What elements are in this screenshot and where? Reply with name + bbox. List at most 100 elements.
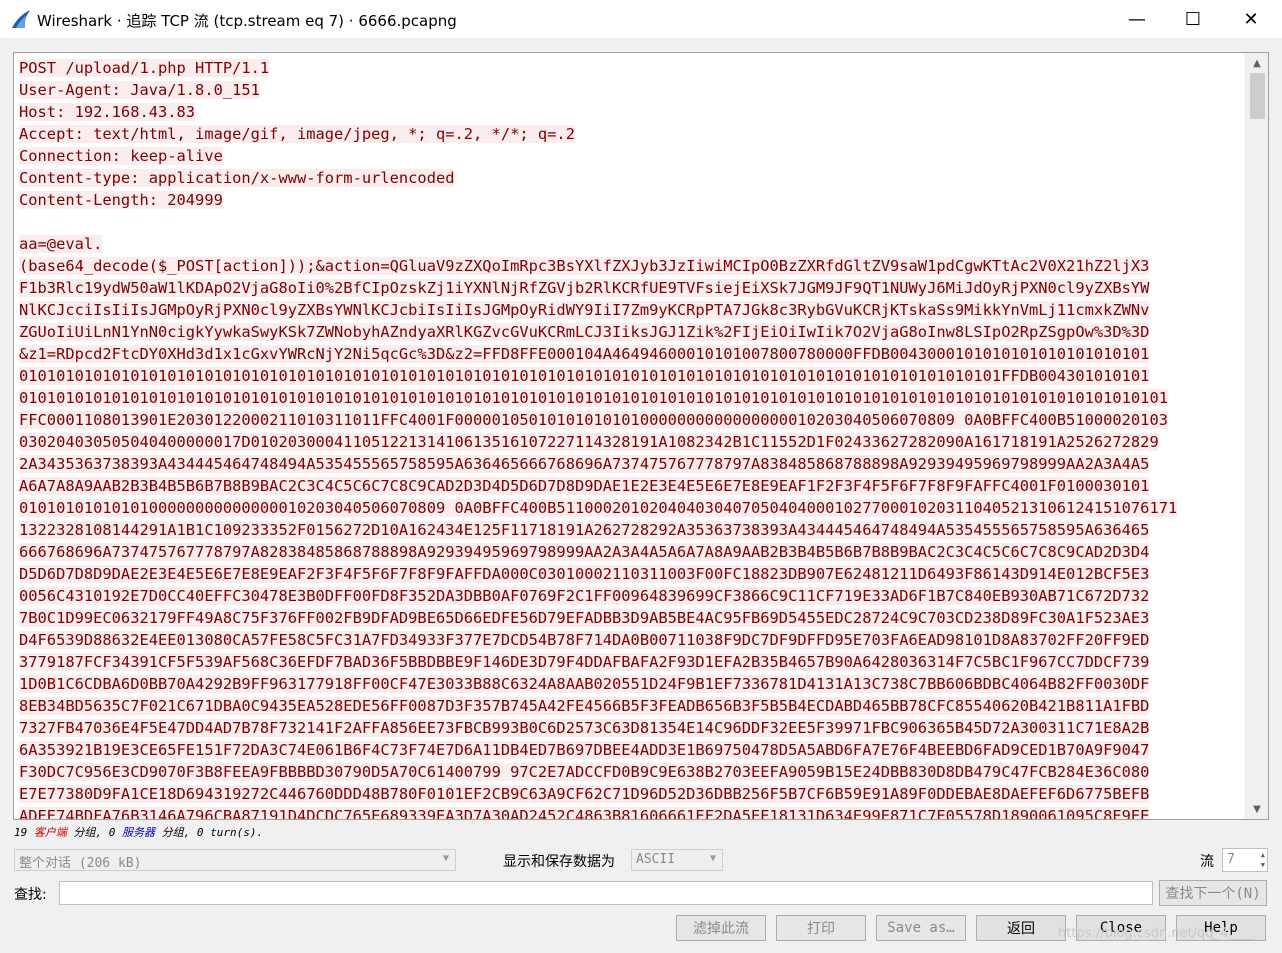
wireshark-fin-icon: [12, 10, 30, 28]
stream-line-text: F30DC7C956E3CD9070F3B8FEEA9FBBBBD30790D5…: [19, 763, 1150, 781]
stream-line: A6A7A8A9AAB2B3B4B5B6B7B8B9BAC2C3C4C5C6C7…: [19, 475, 1241, 497]
find-next-button[interactable]: 查找下一个(N): [1159, 880, 1267, 906]
stream-line: 0056C4310192E7D0CC40EFFC30478E3B0DFF00FD…: [19, 585, 1241, 607]
back-button[interactable]: 返回: [976, 915, 1066, 941]
close-window-button[interactable]: ✕: [1222, 0, 1280, 38]
show-save-label: 显示和保存数据为: [503, 854, 615, 870]
stream-line-text: Content-type: application/x-www-form-url…: [19, 169, 455, 187]
stream-line-text: F1b3Rlc19ydW50aW1lKDApO2VjaG8oIi0%2BfCIp…: [19, 279, 1150, 297]
stream-line: D4F6539D88632E4EE013080CA57FE58C5FC31A7F…: [19, 629, 1241, 651]
print-button[interactable]: 打印: [776, 915, 866, 941]
stream-line-text: 0056C4310192E7D0CC40EFFC30478E3B0DFF00FD…: [19, 587, 1150, 605]
stream-line-text: 0101010101010101010101010101010101010101…: [19, 367, 1150, 385]
stream-line-text: 030204030505040400000017D010203000411051…: [19, 433, 1159, 451]
stream-line: Content-Length: 204999: [19, 189, 1241, 211]
status-server-label: 服务器: [122, 826, 155, 839]
stream-line: 030204030505040400000017D010203000411051…: [19, 431, 1241, 453]
maximize-button[interactable]: ☐: [1164, 0, 1222, 38]
stream-line-text: ZGUoIiUiLnN1YnN0cigkYywkaSwyKSk7ZWNobyhA…: [19, 323, 1150, 341]
stream-line-text: 6A353921B19E3CE65FE151F72DA3C74E061B6F4C…: [19, 741, 1150, 759]
window-title: Wireshark · 追踪 TCP 流 (tcp.stream eq 7) ·…: [37, 12, 457, 30]
stream-line: 0101010101010101010101010101010101010101…: [19, 387, 1241, 409]
save-as-button[interactable]: Save as…: [876, 915, 966, 941]
stream-line-text: 0101010101010101010101010101010101010101…: [19, 389, 1168, 407]
filter-out-stream-button[interactable]: 滤掉此流: [676, 915, 766, 941]
stream-line-text: 3779187FCF34391CF5F539AF568C36EFDF7BAD36…: [19, 653, 1150, 671]
stream-line-text: 7327FB47036E4F5E47DD4AD7B78F732141F2AFFA…: [19, 719, 1150, 737]
stream-line: D5D6D7D8D9DAE2E3E4E5E6E7E8E9EAF2F3F4F5F6…: [19, 563, 1241, 585]
stream-line: FFC0001108013901E2030122000211010311011F…: [19, 409, 1241, 431]
stream-line-text: D5D6D7D8D9DAE2E3E4E5E6E7E8E9EAF2F3F4F5F6…: [19, 565, 1150, 583]
conversation-select[interactable]: 整个对话 (206 kB) ▼: [14, 849, 456, 871]
stream-line: 3779187FCF34391CF5F539AF568C36EFDF7BAD36…: [19, 651, 1241, 673]
status-client-suffix: 分组, 0: [66, 826, 122, 839]
find-input[interactable]: [59, 881, 1153, 905]
packet-status-line: 19 客户端 分组, 0 服务器 分组, 0 turn(s).: [14, 824, 263, 840]
stream-line: Host: 192.168.43.83: [19, 101, 1241, 123]
stream-line-text: FFC0001108013901E2030122000211010311011F…: [19, 411, 1168, 429]
spin-up-icon[interactable]: ▲: [1261, 851, 1265, 859]
stream-line-text: (base64_decode($_POST[action]));&action=…: [19, 257, 1150, 275]
stream-line: 1D0B1C6CDBA6D0BB70A4292B9FF963177918FF00…: [19, 673, 1241, 695]
stream-line: User-Agent: Java/1.8.0_151: [19, 79, 1241, 101]
stream-line-text: &z1=RDpcd2FtcDY0XHd3d1x1cGxvYWRcNjY2Ni5q…: [19, 345, 1150, 363]
stream-line: ADEE74BDFA76B3146A796CBA87191D4DCDC765E6…: [19, 805, 1241, 819]
stream-line-text: E7E77380D9FA1CE18D694319272C446760DDD48B…: [19, 785, 1150, 803]
vertical-scrollbar[interactable]: ▲ ▼: [1245, 53, 1268, 819]
chevron-down-icon: ▼: [442, 853, 449, 864]
stream-line-text: ADEE74BDFA76B3146A796CBA87191D4DCDC765E6…: [19, 807, 1150, 819]
stream-line-text: Accept: text/html, image/gif, image/jpeg…: [19, 125, 575, 143]
stream-line: &z1=RDpcd2FtcDY0XHd3d1x1cGxvYWRcNjY2Ni5q…: [19, 343, 1241, 365]
spin-down-icon[interactable]: ▼: [1261, 861, 1265, 869]
watermark: https://blog.csdn.net/qq_4____: [1058, 926, 1255, 941]
stream-line: 1322328108144291A1B1C109233352F0156272D1…: [19, 519, 1241, 541]
stream-line-text: 0101010101010100000000000000010203040506…: [19, 499, 1178, 517]
stream-line: [19, 211, 1241, 233]
stream-number-spinbox[interactable]: 7 ▲ ▼: [1222, 848, 1268, 872]
stream-line: 2A3435363738393A434445464748494A53545556…: [19, 453, 1241, 475]
format-select-value: ASCII: [636, 852, 676, 867]
stream-line-text: 1322328108144291A1B1C109233352F0156272D1…: [19, 521, 1150, 539]
stream-line: Connection: keep-alive: [19, 145, 1241, 167]
stream-line: POST /upload/1.php HTTP/1.1: [19, 57, 1241, 79]
stream-line-text: A6A7A8A9AAB2B3B4B5B6B7B8B9BAC2C3C4C5C6C7…: [19, 477, 1150, 495]
stream-line: aa=@eval.: [19, 233, 1241, 255]
stream-line-text: Content-Length: 204999: [19, 191, 223, 209]
stream-line-text: Host: 192.168.43.83: [19, 103, 196, 121]
stream-line-text: User-Agent: Java/1.8.0_151: [19, 81, 260, 99]
stream-content-area[interactable]: POST /upload/1.php HTTP/1.1 User-Agent: J…: [13, 52, 1269, 820]
stream-line: 7B0C1D99EC0632179FF49A8C75F376FF002FB9DF…: [19, 607, 1241, 629]
stream-line: 6A353921B19E3CE65FE151F72DA3C74E061B6F4C…: [19, 739, 1241, 761]
stream-line-text: D4F6539D88632E4EE013080CA57FE58C5FC31A7F…: [19, 631, 1150, 649]
minimize-button[interactable]: —: [1108, 0, 1166, 38]
format-select[interactable]: ASCII ▼: [631, 849, 723, 871]
stream-line: 0101010101010101010101010101010101010101…: [19, 365, 1241, 387]
stream-line-text: 2A3435363738393A434445464748494A53545556…: [19, 455, 1150, 473]
stream-line-text: 666768696A737475767778797A82838485868788…: [19, 543, 1150, 561]
stream-line: (base64_decode($_POST[action]));&action=…: [19, 255, 1241, 277]
stream-line-text: Connection: keep-alive: [19, 147, 223, 165]
stream-line: E7E77380D9FA1CE18D694319272C446760DDD48B…: [19, 783, 1241, 805]
stream-line: Accept: text/html, image/gif, image/jpeg…: [19, 123, 1241, 145]
stream-line: F1b3Rlc19ydW50aW1lKDApO2VjaG8oIi0%2BfCIp…: [19, 277, 1241, 299]
scroll-down-arrow-icon[interactable]: ▼: [1246, 800, 1268, 818]
stream-text[interactable]: POST /upload/1.php HTTP/1.1 User-Agent: J…: [19, 57, 1241, 819]
stream-line: 666768696A737475767778797A82838485868788…: [19, 541, 1241, 563]
scroll-up-arrow-icon[interactable]: ▲: [1246, 54, 1268, 72]
stream-line-text: POST /upload/1.php HTTP/1.1: [19, 59, 270, 77]
stream-line-text: 7B0C1D99EC0632179FF49A8C75F376FF002FB9DF…: [19, 609, 1150, 627]
stream-number-value: 7: [1227, 852, 1235, 867]
stream-line-text: aa=@eval.: [19, 235, 103, 253]
stream-label: 流: [1200, 854, 1214, 870]
stream-line: 8EB34BD5635C7F021C671DBA0C9435EA528EDE56…: [19, 695, 1241, 717]
stream-line: 0101010101010100000000000000010203040506…: [19, 497, 1241, 519]
chevron-down-icon: ▼: [709, 853, 716, 864]
status-prefix: 19: [14, 826, 34, 839]
stream-line: F30DC7C956E3CD9070F3B8FEEA9FBBBBD30790D5…: [19, 761, 1241, 783]
stream-line: NlKCJcciIsIiIsJGMpOyRjPXN0cl9yZXBsYWNlKC…: [19, 299, 1241, 321]
scrollbar-thumb[interactable]: [1250, 73, 1265, 119]
conversation-select-value: 整个对话 (206 kB): [19, 856, 142, 871]
stream-line-text: NlKCJcciIsIiIsJGMpOyRjPXN0cl9yZXBsYWNlKC…: [19, 301, 1150, 319]
stream-line: Content-type: application/x-www-form-url…: [19, 167, 1241, 189]
title-bar: Wireshark · 追踪 TCP 流 (tcp.stream eq 7) ·…: [0, 0, 1282, 38]
